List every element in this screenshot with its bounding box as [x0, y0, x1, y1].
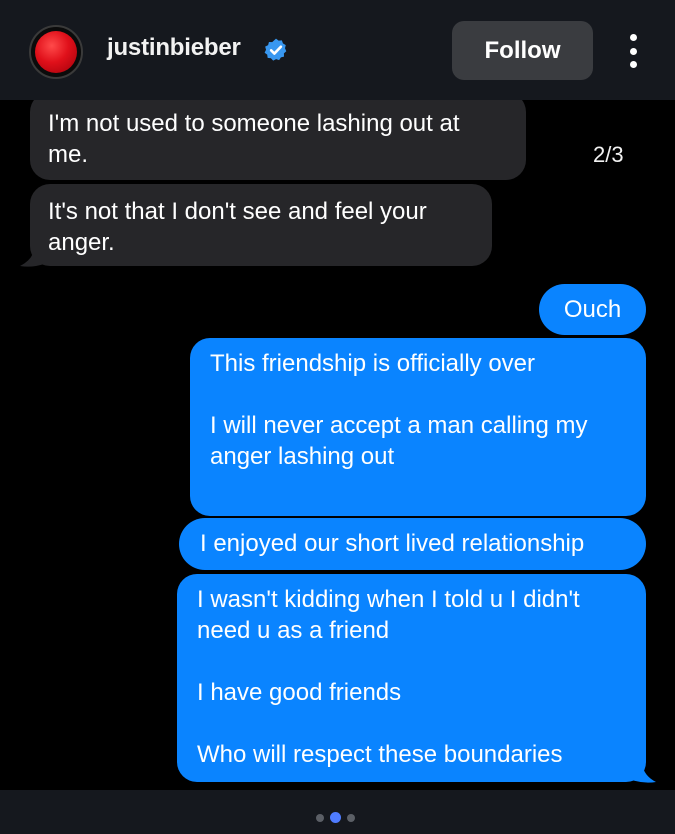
post-header: justinbieber Follow: [0, 0, 675, 100]
more-dot: [629, 61, 637, 68]
message-bubble-outgoing: I enjoyed our short lived relationship: [179, 518, 646, 570]
bubble-tail-outgoing: [632, 764, 656, 783]
message-bubble-incoming: It's not that I don't see and feel your …: [30, 184, 492, 266]
message-bubble-outgoing: I wasn't kidding when I told u I didn't …: [177, 574, 646, 782]
post-image[interactable]: I'm not used to someone lashing out at m…: [0, 100, 675, 790]
verified-badge-icon: [264, 38, 287, 61]
more-dot: [629, 34, 637, 41]
carousel-dot-active[interactable]: [330, 812, 341, 823]
carousel-dot[interactable]: [347, 813, 355, 822]
message-text: Ouch: [563, 296, 622, 323]
username[interactable]: justinbieber: [107, 34, 241, 62]
message-text: This friendship is officially over I wil…: [210, 350, 588, 470]
message-bubble-incoming: I'm not used to someone lashing out at m…: [30, 100, 526, 180]
message-text: I wasn't kidding when I told u I didn't …: [197, 586, 580, 768]
message-bubble-outgoing: Ouch: [539, 284, 646, 335]
carousel-counter: 2/3: [593, 142, 624, 167]
carousel-dot[interactable]: [316, 813, 324, 822]
message-text: I'm not used to someone lashing out at m…: [48, 110, 460, 168]
message-bubble-outgoing: This friendship is officially over I wil…: [190, 338, 646, 516]
bubble-tail-incoming: [20, 250, 44, 267]
message-text: It's not that I don't see and feel your …: [48, 198, 427, 256]
avatar-image: [35, 31, 77, 73]
more-dot: [629, 47, 637, 55]
message-text: I enjoyed our short lived relationship: [200, 530, 585, 557]
avatar[interactable]: [29, 25, 83, 79]
carousel-indicator[interactable]: [316, 812, 355, 823]
follow-button[interactable]: Follow: [452, 21, 593, 80]
more-options-icon[interactable]: [618, 30, 648, 72]
